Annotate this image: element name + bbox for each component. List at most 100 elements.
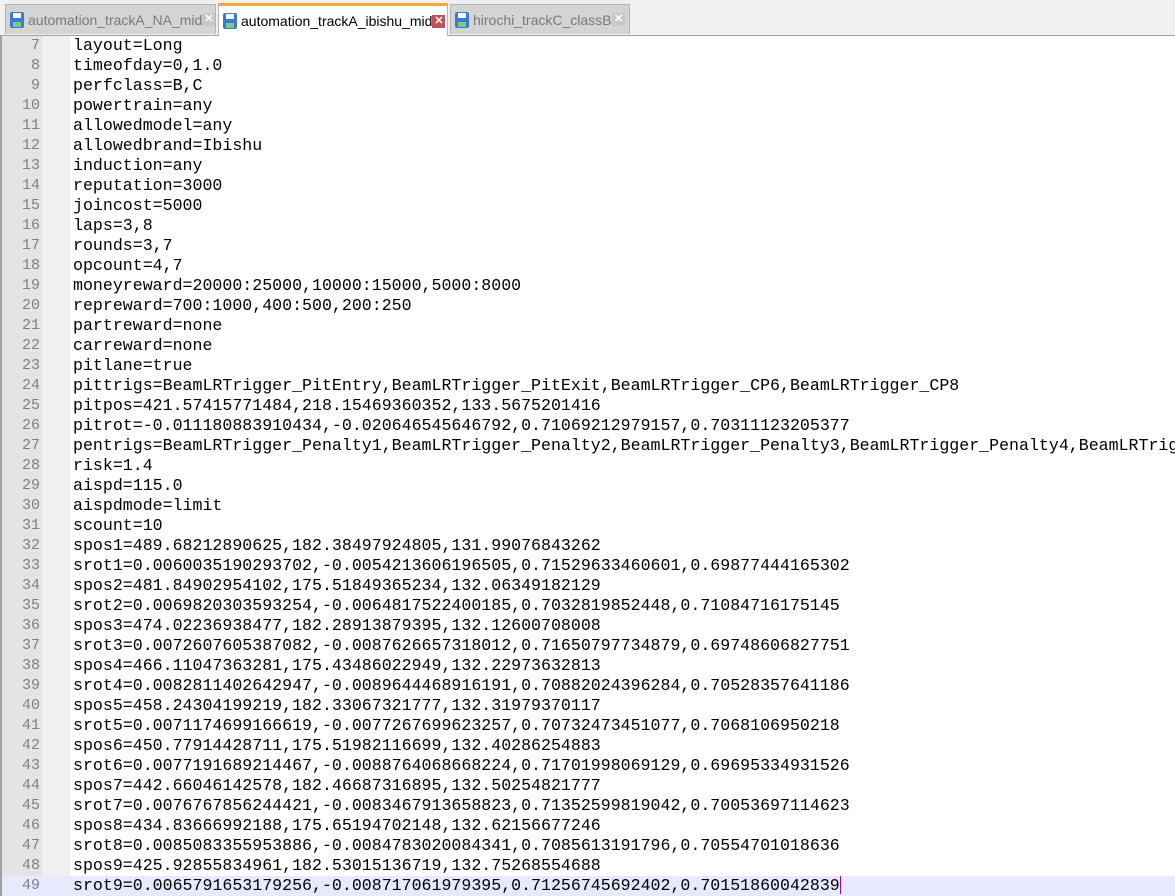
line-text[interactable]: joincost=5000 [73, 196, 202, 216]
editor-line[interactable]: 17 rounds=3,7 [2, 236, 1175, 256]
line-text[interactable]: scount=10 [73, 516, 163, 536]
line-text[interactable]: carreward=none [73, 336, 212, 356]
editor-line[interactable]: 13 induction=any [2, 156, 1175, 176]
line-text[interactable]: srot8=0.0085083355953886,-0.008478302008… [73, 836, 840, 856]
line-text[interactable]: aispdmode=limit [73, 496, 222, 516]
editor-line[interactable]: 16 laps=3,8 [2, 216, 1175, 236]
editor-line[interactable]: 31 scount=10 [2, 516, 1175, 536]
editor-line[interactable]: 32 spos1=489.68212890625,182.38497924805,… [2, 536, 1175, 556]
line-text[interactable]: spos1=489.68212890625,182.38497924805,13… [73, 536, 601, 556]
line-text[interactable]: spos5=458.24304199219,182.33067321777,13… [73, 696, 601, 716]
line-text[interactable]: pitpos=421.57415771484,218.15469360352,1… [73, 396, 601, 416]
line-text[interactable]: srot3=0.0072607605387082,-0.008762665731… [73, 636, 850, 656]
tab-automation-tracka-na-mid[interactable]: automation_trackA_NA_mid ✕ [5, 4, 216, 34]
editor-line[interactable]: 35 srot2=0.0069820303593254,-0.0064817522… [2, 596, 1175, 616]
line-number: 37 [21, 637, 40, 654]
editor-line[interactable]: 24 pittrigs=BeamLRTrigger_PitEntry,BeamLR… [2, 376, 1175, 396]
editor-line[interactable]: 33 srot1=0.0060035190293702,-0.0054213606… [2, 556, 1175, 576]
line-text[interactable]: allowedmodel=any [73, 116, 232, 136]
editor-line[interactable]: 47 srot8=0.0085083355953886,-0.0084783020… [2, 836, 1175, 856]
line-text[interactable]: moneyreward=20000:25000,10000:15000,5000… [73, 276, 521, 296]
line-number: 30 [21, 497, 40, 514]
line-text[interactable]: partreward=none [73, 316, 222, 336]
editor-line[interactable]: 41 srot5=0.0071174699166619,-0.0077267699… [2, 716, 1175, 736]
line-text[interactable]: srot6=0.0077191689214467,-0.008876406866… [73, 756, 850, 776]
line-text[interactable]: powertrain=any [73, 96, 212, 116]
line-text[interactable]: spos3=474.02236938477,182.28913879395,13… [73, 616, 601, 636]
editor-line[interactable]: 43 srot6=0.0077191689214467,-0.0088764068… [2, 756, 1175, 776]
editor-line[interactable]: 48 spos9=425.92855834961,182.53015136719,… [2, 856, 1175, 876]
line-text[interactable]: srot5=0.0071174699166619,-0.007726769962… [73, 716, 840, 736]
line-text[interactable]: spos9=425.92855834961,182.53015136719,13… [73, 856, 601, 876]
editor-line[interactable]: 37 srot3=0.0072607605387082,-0.0087626657… [2, 636, 1175, 656]
text-caret [839, 876, 841, 894]
editor-line[interactable]: 39 srot4=0.0082811402642947,-0.0089644468… [2, 676, 1175, 696]
line-text[interactable]: rounds=3,7 [73, 236, 173, 256]
editor-line[interactable]: 36 spos3=474.02236938477,182.28913879395,… [2, 616, 1175, 636]
editor-line[interactable]: 23 pitlane=true [2, 356, 1175, 376]
line-text[interactable]: pentrigs=BeamLRTrigger_Penalty1,BeamLRTr… [73, 436, 1175, 456]
editor-line[interactable]: 30 aispdmode=limit [2, 496, 1175, 516]
line-text[interactable]: spos2=481.84902954102,175.51849365234,13… [73, 576, 601, 596]
editor-line[interactable]: 21 partreward=none [2, 316, 1175, 336]
line-number: 49 [21, 877, 40, 894]
editor-line[interactable]: 20 repreward=700:1000,400:500,200:250 [2, 296, 1175, 316]
editor-line[interactable]: 14 reputation=3000 [2, 176, 1175, 196]
line-text[interactable]: laps=3,8 [73, 216, 153, 236]
editor-line[interactable]: 34 spos2=481.84902954102,175.51849365234,… [2, 576, 1175, 596]
line-text[interactable]: spos6=450.77914428711,175.51982116699,13… [73, 736, 601, 756]
line-text[interactable]: srot1=0.0060035190293702,-0.005421360619… [73, 556, 850, 576]
editor-line[interactable]: 38 spos4=466.11047363281,175.43486022949,… [2, 656, 1175, 676]
line-text[interactable]: pitlane=true [73, 356, 193, 376]
line-number: 39 [21, 677, 40, 694]
editor-line[interactable]: 28 risk=1.4 [2, 456, 1175, 476]
editor-line[interactable]: 44 spos7=442.66046142578,182.46687316895,… [2, 776, 1175, 796]
line-text[interactable]: reputation=3000 [73, 176, 222, 196]
editor-line[interactable]: 25 pitpos=421.57415771484,218.15469360352… [2, 396, 1175, 416]
close-icon[interactable]: ✕ [202, 13, 216, 26]
line-text[interactable]: timeofday=0,1.0 [73, 56, 222, 76]
line-number: 40 [21, 697, 40, 714]
tab-label: automation_trackA_NA_mid [28, 11, 203, 28]
editor-line[interactable]: 29 aispd=115.0 [2, 476, 1175, 496]
line-text[interactable]: opcount=4,7 [73, 256, 183, 276]
line-text[interactable]: pittrigs=BeamLRTrigger_PitEntry,BeamLRTr… [73, 376, 959, 396]
editor-line[interactable]: 12 allowedbrand=Ibishu [2, 136, 1175, 156]
line-text[interactable]: srot4=0.0082811402642947,-0.008964446891… [73, 676, 850, 696]
line-text[interactable]: pitrot=-0.011180883910434,-0.02064654564… [73, 416, 850, 436]
line-text[interactable]: layout=Long [73, 36, 183, 56]
editor-line[interactable]: 40 spos5=458.24304199219,182.33067321777,… [2, 696, 1175, 716]
line-text[interactable]: induction=any [73, 156, 202, 176]
line-text[interactable]: spos8=434.83666992188,175.65194702148,13… [73, 816, 601, 836]
editor-line[interactable]: 8 timeofday=0,1.0 [2, 56, 1175, 76]
line-text[interactable]: spos4=466.11047363281,175.43486022949,13… [73, 656, 601, 676]
line-text[interactable]: srot2=0.0069820303593254,-0.006481752240… [73, 596, 840, 616]
text-editor[interactable]: 7 layout=Long 8 timeofday=0,1.0 9 perfclass=B… [0, 36, 1175, 896]
line-text[interactable]: aispd=115.0 [73, 476, 183, 496]
editor-line[interactable]: 46 spos8=434.83666992188,175.65194702148,… [2, 816, 1175, 836]
line-text[interactable]: srot7=0.0076767856244421,-0.008346791365… [73, 796, 850, 816]
editor-line[interactable]: 27 pentrigs=BeamLRTrigger_Penalty1,BeamLR… [2, 436, 1175, 456]
editor-line[interactable]: 11 allowedmodel=any [2, 116, 1175, 136]
editor-line[interactable]: 19 moneyreward=20000:25000,10000:15000,50… [2, 276, 1175, 296]
editor-line[interactable]: 18 opcount=4,7 [2, 256, 1175, 276]
editor-line[interactable]: 49 srot9=0.0065791653179256,-0.0087170619… [2, 876, 1175, 896]
line-text[interactable]: srot9=0.0065791653179256,-0.008717061979… [73, 876, 841, 896]
editor-line[interactable]: 45 srot7=0.0076767856244421,-0.0083467913… [2, 796, 1175, 816]
editor-line[interactable]: 26 pitrot=-0.011180883910434,-0.020646545… [2, 416, 1175, 436]
line-text[interactable]: repreward=700:1000,400:500,200:250 [73, 296, 412, 316]
line-text[interactable]: perfclass=B,C [73, 76, 202, 96]
editor-line[interactable]: 42 spos6=450.77914428711,175.51982116699,… [2, 736, 1175, 756]
editor-line[interactable]: 10 powertrain=any [2, 96, 1175, 116]
line-text[interactable]: spos7=442.66046142578,182.46687316895,13… [73, 776, 601, 796]
tab-hirochi-trackc-classb[interactable]: hirochi_trackC_classB ✕ [450, 4, 630, 34]
line-text[interactable]: risk=1.4 [73, 456, 153, 476]
editor-line[interactable]: 7 layout=Long [2, 36, 1175, 56]
editor-line[interactable]: 9 perfclass=B,C [2, 76, 1175, 96]
editor-line[interactable]: 15 joincost=5000 [2, 196, 1175, 216]
line-text[interactable]: allowedbrand=Ibishu [73, 136, 262, 156]
close-icon[interactable]: ✕ [612, 13, 625, 26]
tab-automation-tracka-ibishu-mid[interactable]: automation_trackA_ibishu_mid ✕ [218, 3, 448, 36]
editor-line[interactable]: 22 carreward=none [2, 336, 1175, 356]
close-icon[interactable]: ✕ [432, 14, 446, 28]
